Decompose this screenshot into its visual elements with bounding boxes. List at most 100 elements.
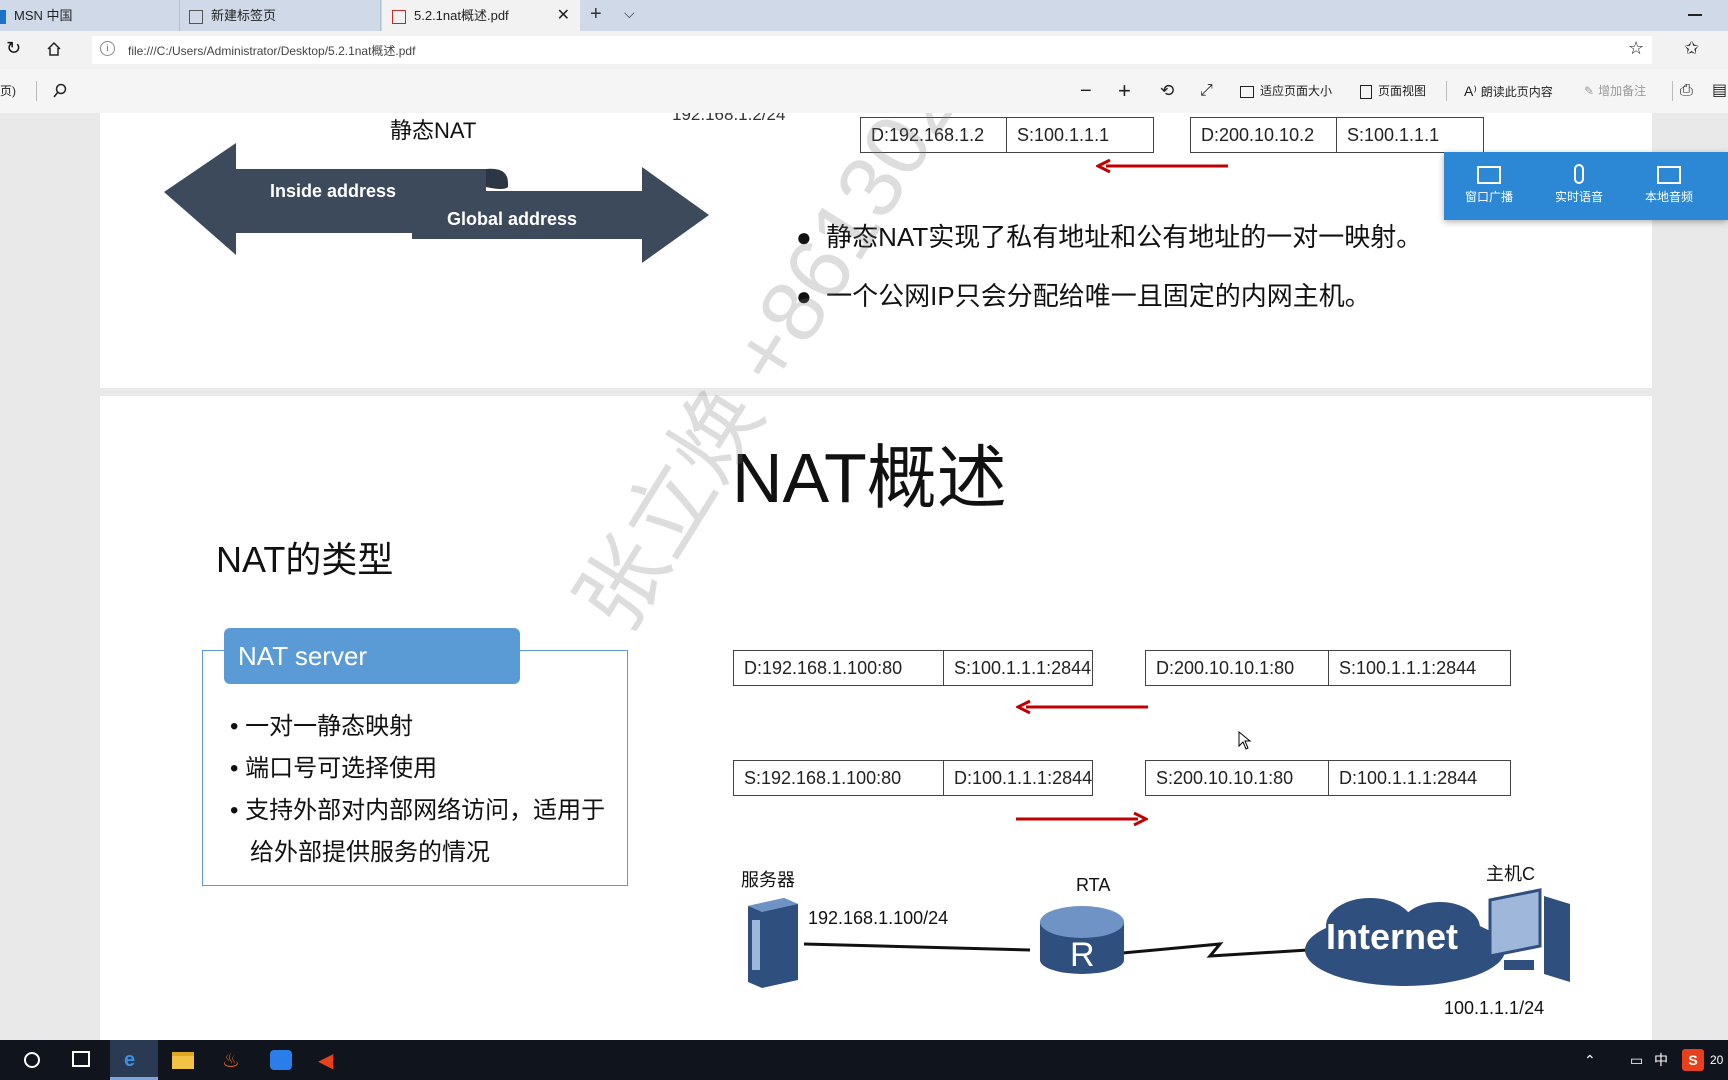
save-icon[interactable]: ▤ — [1712, 69, 1727, 113]
divider — [1446, 81, 1447, 101]
page-view-icon — [1360, 84, 1372, 99]
header-cell: S:200.10.10.1:80 — [1146, 761, 1329, 795]
host-ip-label: 100.1.1.1/24 — [1444, 998, 1545, 1018]
header-cell: S:192.168.1.100:80 — [734, 761, 944, 795]
router-label: RTA — [1076, 875, 1111, 895]
app-cloud-icon[interactable] — [270, 1050, 292, 1070]
zoom-in-icon[interactable]: + — [1118, 69, 1131, 113]
show-hidden-icons[interactable]: ⌃ — [1584, 1040, 1596, 1080]
read-aloud-icon: A⁾ — [1464, 83, 1477, 99]
header-cell: D:100.1.1.1:2844 — [1339, 768, 1478, 788]
close-tab-icon[interactable]: ✕ — [557, 0, 570, 31]
page-number-label: 页) — [0, 84, 16, 98]
ime-indicator[interactable]: 中 — [1654, 1040, 1668, 1080]
print-icon[interactable]: ⎙ — [1680, 69, 1693, 113]
read-aloud-button[interactable]: A⁾ 朗读此页内容 — [1464, 69, 1553, 113]
app-flame-icon[interactable]: ♨ — [222, 1048, 240, 1073]
internet-label: Internet — [1326, 916, 1459, 957]
network-icon[interactable]: ▭ — [1630, 1040, 1643, 1080]
tab-bar: MSN 中国 新建标签页 5.2.1nat概述.pdf ✕ + ⌵ — [0, 0, 1728, 31]
task-view-icon[interactable] — [72, 1051, 90, 1067]
refresh-icon[interactable]: ↻ — [6, 38, 21, 59]
header-cell: D:192.168.1.100:80 — [734, 651, 944, 685]
rotate-icon[interactable]: ⟲ — [1160, 69, 1174, 113]
app-megaphone-icon[interactable]: ◀ — [318, 1048, 333, 1073]
add-note-button[interactable]: ✎ 增加备注 — [1584, 69, 1646, 113]
zoom-out-icon[interactable]: − — [1080, 69, 1092, 113]
server-label: 服务器 — [741, 870, 795, 890]
search-icon[interactable] — [52, 83, 68, 99]
tab-msn[interactable]: MSN 中国 — [0, 0, 180, 31]
src-cell: S:100.1.1.1 — [1017, 125, 1110, 145]
packet-header-row2-right: S:200.10.10.1:80 D:100.1.1.1:2844 — [1145, 760, 1511, 796]
packet-header-row1-right: D:200.10.10.1:80 S:100.1.1.1:2844 — [1145, 650, 1511, 686]
mouse-cursor-icon — [1238, 731, 1252, 750]
info-icon: i — [100, 41, 115, 56]
host-computer-icon — [1488, 888, 1570, 982]
ip-label: 192.168.1.2/24 — [672, 113, 786, 124]
url-field[interactable]: i file:///C:/Users/Administrator/Desktop… — [92, 36, 1652, 64]
bullet-text: 端口号可选择使用 — [245, 755, 438, 782]
live-voice-button[interactable]: 实时语音 — [1534, 152, 1624, 220]
newtab-icon — [189, 9, 203, 24]
server-icon — [748, 898, 798, 988]
divider — [1672, 81, 1673, 101]
fullscreen-icon[interactable]: ⤢ — [1200, 69, 1213, 113]
taskbar-edge-button[interactable]: e — [110, 1040, 158, 1080]
card-bullet: • 端口号可选择使用 — [230, 755, 438, 782]
dest-cell: D:200.10.10.2 — [1191, 118, 1337, 152]
button-label: 本地音频 — [1644, 190, 1693, 204]
clock[interactable]: 20 — [1710, 1040, 1723, 1080]
favorites-list-icon[interactable]: ✩ — [1684, 38, 1699, 59]
bullet-static-2: ● 一个公网IP只会分配给唯一且固定的内网主机。 — [796, 281, 1371, 311]
pdf-page-nat-overview: NAT概述 NAT的类型 NAT server • 一对一静态映射 • 端口号可… — [100, 396, 1652, 1040]
card-bullet: • 一对一静态映射 — [230, 713, 414, 740]
read-aloud-label: 朗读此页内容 — [1480, 85, 1553, 99]
fit-page-icon — [1240, 85, 1254, 98]
global-address-label: Global address — [447, 209, 578, 229]
fit-page-button[interactable]: 适应页面大小 — [1240, 69, 1332, 113]
window-broadcast-button[interactable]: 窗口广播 — [1444, 152, 1534, 220]
tab-label: 5.2.1nat概述.pdf — [414, 8, 509, 23]
tab-list-chevron-icon[interactable]: ⌵ — [624, 5, 635, 22]
tab-label: MSN 中国 — [14, 8, 73, 23]
tab-newtab[interactable]: 新建标签页 — [181, 0, 381, 31]
new-tab-icon[interactable]: + — [590, 3, 602, 26]
fit-page-label: 适应页面大小 — [1260, 84, 1333, 98]
pen-icon: ✎ — [1584, 84, 1595, 98]
broadcast-panel: 窗口广播 实时语音 本地音频 — [1444, 152, 1728, 220]
pdf-toolbar: 页) − + ⟲ ⤢ 适应页面大小 页面视图 A⁾ 朗读此页内容 ✎ 增加备注 ⎙ … — [0, 69, 1728, 114]
card-title: NAT server — [224, 628, 520, 684]
home-icon[interactable] — [46, 41, 62, 57]
taskbar: e ♨ ◀ ⌃ ▭ 中 S 20 — [0, 1040, 1728, 1080]
inside-address-label: Inside address — [270, 181, 397, 201]
file-explorer-icon[interactable] — [172, 1052, 194, 1069]
bullet-text: 一对一静态映射 — [245, 713, 414, 740]
screen-icon — [1477, 166, 1501, 184]
button-label: 实时语音 — [1554, 190, 1603, 204]
address-mapping-graphic — [164, 143, 709, 263]
minimize-icon[interactable] — [1688, 14, 1702, 16]
local-audio-button[interactable]: 本地音频 — [1624, 152, 1714, 220]
bullet-text: 支持外部对内部网络访问，适用于给外部提供服务的情况 — [245, 797, 606, 866]
page-view-label: 页面视图 — [1378, 84, 1427, 98]
tab-pdf[interactable]: 5.2.1nat概述.pdf ✕ — [382, 0, 580, 31]
sogou-s-icon[interactable]: S — [1682, 1049, 1704, 1071]
header-cell: D:200.10.10.1:80 — [1146, 651, 1329, 685]
cortana-search-icon[interactable] — [24, 1052, 40, 1068]
pdf-icon — [392, 9, 406, 24]
red-arrow-left — [1016, 700, 1148, 714]
address-bar: ↻ i file:///C:/Users/Administrator/Deskt… — [0, 31, 1728, 69]
tab-label: 新建标签页 — [211, 8, 277, 23]
page-view-button[interactable]: 页面视图 — [1360, 69, 1426, 113]
src-cell: S:100.1.1.1 — [1347, 125, 1440, 145]
edge-icon: e — [124, 1049, 136, 1071]
bullet-text: 静态NAT实现了私有地址和公有地址的一对一映射。 — [826, 222, 1423, 252]
add-note-label: 增加备注 — [1598, 84, 1647, 98]
host-label: 主机C — [1486, 864, 1535, 884]
red-arrow-right — [1016, 812, 1148, 826]
favorite-star-icon[interactable]: ☆ — [1628, 38, 1644, 59]
pdf-viewport[interactable]: 静态NAT 192.168.1.2/24 Inside address Glob… — [0, 113, 1728, 1040]
header-cell: S:100.1.1.1:2844 — [1339, 658, 1477, 678]
card-bullet: • 支持外部对内部网络访问，适用于给外部提供服务的情况 — [230, 797, 606, 866]
